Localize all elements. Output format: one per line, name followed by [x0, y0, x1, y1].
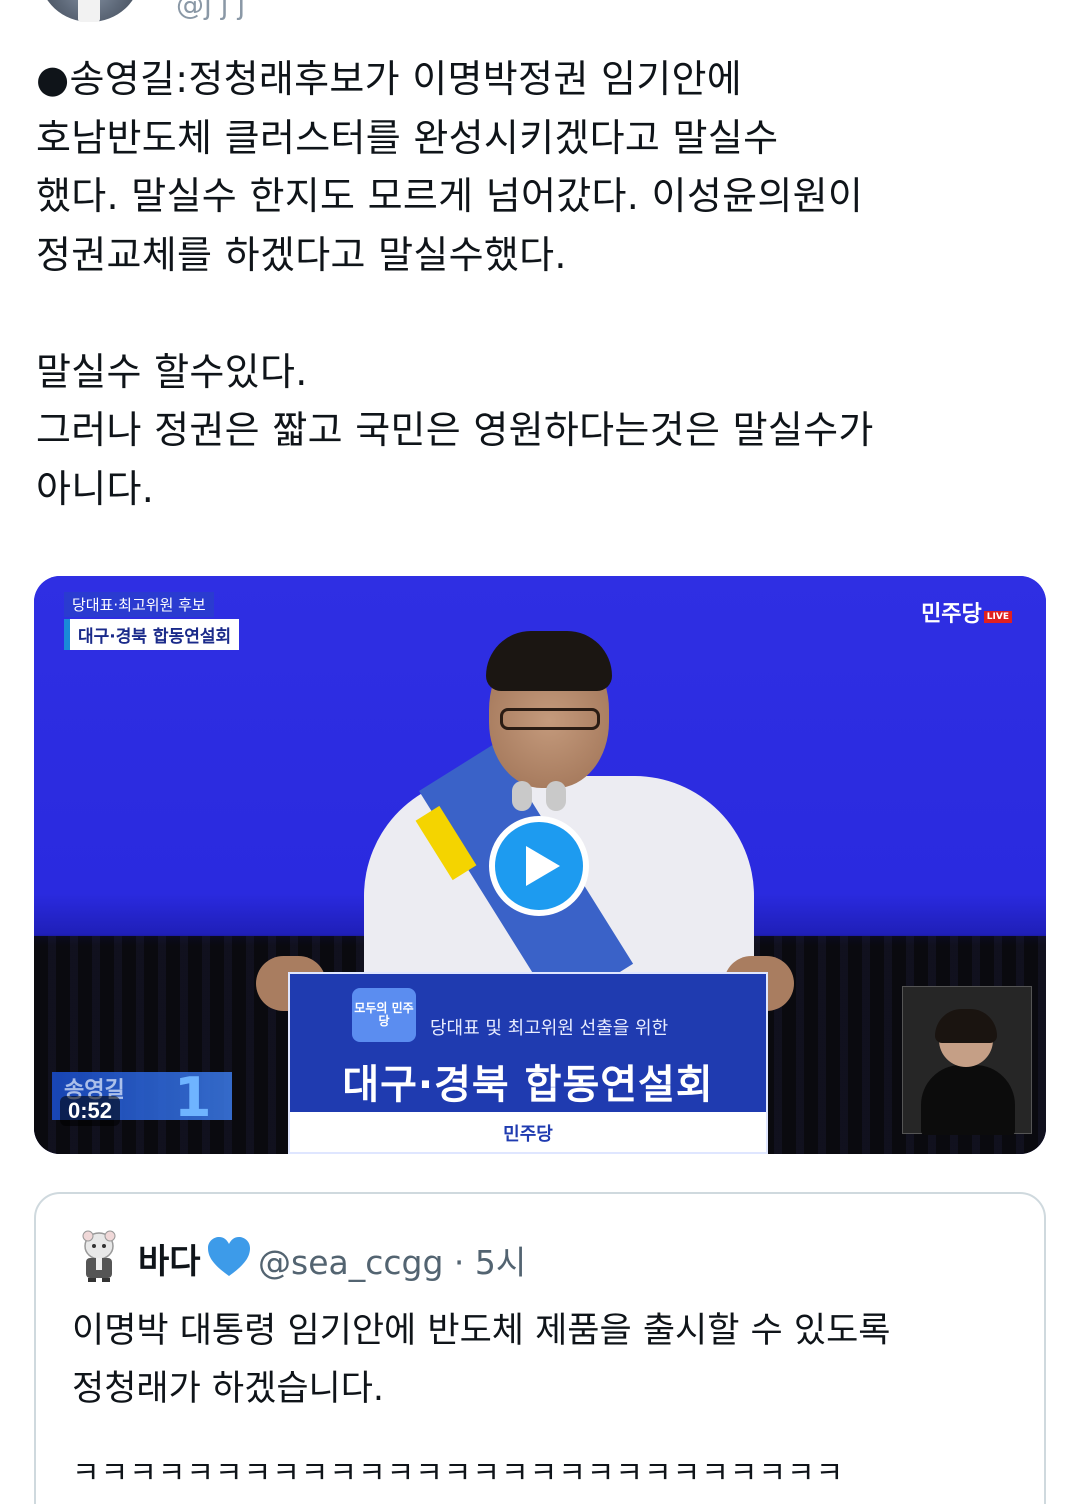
quoted-tweet[interactable]: 바다 @sea_ccgg · 5시 이명박 대통령 임기안에 반도체 제품을 출…: [34, 1192, 1046, 1504]
lower-third-number: 1: [174, 1066, 212, 1129]
speaker-hair: [486, 631, 612, 691]
quoted-author-handle-time[interactable]: @sea_ccgg · 5시: [258, 1236, 526, 1284]
blue-heart-icon: [208, 1237, 250, 1276]
broadcast-caption: 당대표·최고위원 후보 대구·경북 합동연설회: [64, 592, 240, 650]
sign-language-interpreter: [902, 986, 1032, 1135]
podium-footer: 민주당: [290, 1112, 766, 1152]
podium: 모두의 민주당 당대표 및 최고위원 선출을 위한 대구·경북 합동연설회 민주…: [288, 972, 768, 1154]
microphone: [512, 781, 532, 811]
podium-emblem: 모두의 민주당: [352, 988, 416, 1042]
play-button[interactable]: [489, 816, 589, 916]
caption-subtitle: 당대표·최고위원 후보: [64, 592, 214, 617]
video-player[interactable]: 당대표·최고위원 후보 대구·경북 합동연설회 민주당 LIVE 모두의 민주당 …: [34, 576, 1046, 1154]
quoted-author-avatar-icon[interactable]: [76, 1230, 122, 1282]
interpreter-hair: [935, 1009, 997, 1043]
video-duration: 0:52: [60, 1096, 121, 1126]
podium-party-logo: 민주당: [503, 1124, 553, 1145]
microphone: [546, 781, 566, 811]
author-avatar[interactable]: [40, 0, 140, 22]
quoted-tweet-text: 이명박 대통령 임기안에 반도체 제품을 출시할 수 있도록 정청래가 하겠습니…: [72, 1311, 891, 1409]
interpreter-body: [921, 1065, 1015, 1135]
broadcaster-logo-text: 민주당: [921, 602, 982, 627]
podium-title: 대구·경북 합동연설회: [342, 1062, 714, 1108]
caption-title: 대구·경북 합동연설회: [64, 619, 240, 650]
play-icon: [526, 846, 560, 886]
tweet-body-text: ●송영길:정청래후보가 이명박정권 임기안에 호남반도체 클러스터를 완성시키겠…: [36, 57, 874, 511]
author-handle[interactable]: @j j j: [176, 0, 245, 21]
previous-tweet-header: @j j j: [0, 0, 1080, 30]
broadcaster-logo: 민주당 LIVE: [921, 596, 1012, 628]
quoted-author-name[interactable]: 바다: [138, 1234, 201, 1283]
live-badge: LIVE: [983, 610, 1012, 623]
podium-subtitle: 당대표 및 최고위원 선출을 위한: [430, 1018, 669, 1039]
quoted-tweet-laugh-line: ㅋㅋㅋㅋㅋㅋㅋㅋㅋㅋㅋㅋㅋㅋㅋㅋㅋㅋㅋㅋㅋㅋㅋㅋㅋㅋㅋ: [72, 1456, 845, 1491]
speaker-glasses: [500, 708, 600, 730]
